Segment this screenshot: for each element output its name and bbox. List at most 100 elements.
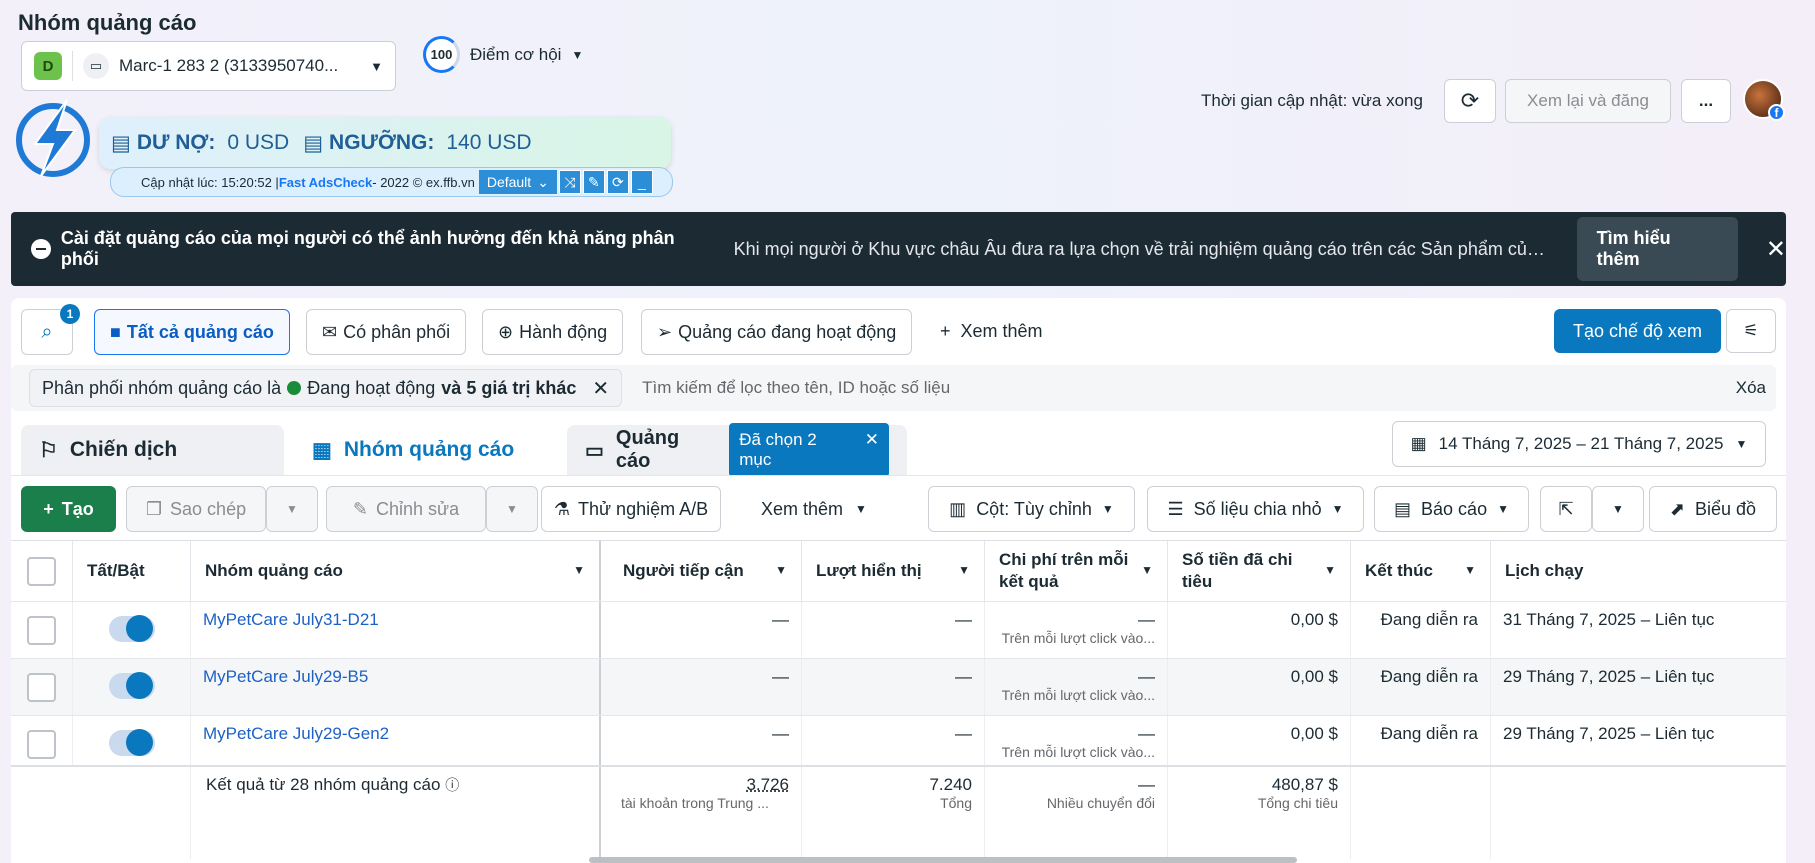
cpr-cell: — Trên mỗi lượt click vào... <box>985 716 1168 765</box>
summary-impressions: 7.240 Tổng <box>802 767 985 859</box>
breakdown-button[interactable]: ☰ Số liệu chia nhỏ ▼ <box>1147 486 1364 532</box>
ab-test-button[interactable]: ⚗ Thử nghiệm A/B <box>541 486 721 532</box>
select-all-checkbox[interactable] <box>27 556 56 586</box>
status-toggle[interactable] <box>108 729 155 756</box>
filter-active-ads[interactable]: ➢ Quảng cáo đang hoạt động <box>641 309 913 355</box>
filter-actions[interactable]: ⊕ Hành động <box>482 309 624 355</box>
selected-badge[interactable]: Đã chọn 2 mục ✕ <box>729 423 889 477</box>
header-label: Số tiền đã chi tiêu <box>1182 549 1293 591</box>
tab-adsets[interactable]: ▦ Nhóm quảng cáo <box>294 425 557 475</box>
edit-dropdown[interactable]: ▼ <box>486 486 538 532</box>
see-more-filters[interactable]: + Xem thêm <box>940 321 1043 342</box>
table-row[interactable]: MyPetCare July29-Gen2 — — — Trên mỗi lượt… <box>11 715 1786 765</box>
table-row[interactable]: MyPetCare July29-B5 — — — Trên mỗi lượt c… <box>11 658 1786 716</box>
columns-button[interactable]: ▥ Cột: Tùy chỉnh ▼ <box>928 486 1135 532</box>
update-time: Thời gian cập nhật: vừa xong <box>1201 91 1423 110</box>
horizontal-scrollbar[interactable] <box>589 857 1297 863</box>
filter-delivering[interactable]: ✉ Có phân phối <box>306 309 467 355</box>
date-range-picker[interactable]: ▦ 14 Tháng 7, 2025 – 21 Tháng 7, 2025 ▼ <box>1392 421 1766 467</box>
refresh-button[interactable]: ⟳ <box>1444 79 1496 123</box>
reach-cell: — <box>609 602 802 659</box>
breakdown-label: Số liệu chia nhỏ <box>1193 498 1322 519</box>
sort-icon: ▼ <box>1464 563 1476 578</box>
more-options-button[interactable]: ... <box>1681 79 1731 123</box>
table-row[interactable]: MyPetCare July31-D21 — — — Trên mỗi lượt … <box>11 601 1786 659</box>
search-button[interactable]: ⌕ 1 <box>21 304 80 355</box>
sort-icon: ▼ <box>1324 563 1336 578</box>
adset-name-link[interactable]: MyPetCare July29-B5 <box>191 659 601 716</box>
filter-all-ads[interactable]: ■ Tất cả quảng cáo <box>94 309 290 355</box>
schedule-header[interactable]: Lịch chạy <box>1491 541 1786 601</box>
ends-header[interactable]: Kết thúc ▼ <box>1351 541 1491 601</box>
breakdown-icon: ☰ <box>1167 498 1184 519</box>
duplicate-dropdown[interactable]: ▼ <box>266 486 318 532</box>
close-icon[interactable]: ✕ <box>865 430 879 470</box>
refresh-icon[interactable]: ⟳ <box>606 170 629 194</box>
edit-label: Chỉnh sửa <box>376 498 460 519</box>
ab-test-label: Thử nghiệm A/B <box>578 498 709 519</box>
create-label: Tạo <box>61 498 94 519</box>
score-ring: 100 <box>423 36 460 73</box>
header-label: Kết thúc <box>1365 560 1433 580</box>
row-checkbox[interactable] <box>27 616 56 645</box>
summary-cpr-sub: Nhiều chuyển đổi <box>1046 795 1155 811</box>
header-label: Lượt hiển thị <box>816 560 922 580</box>
close-icon[interactable]: ✕ <box>592 376 609 401</box>
page-title: Nhóm quảng cáo <box>18 10 197 35</box>
tab-ads[interactable]: ▭ Quảng cáo Đã chọn 2 mục ✕ <box>567 423 907 477</box>
flask-icon: ⚗ <box>553 498 570 519</box>
name-header[interactable]: Nhóm quảng cáo ▼ <box>191 541 601 601</box>
status-toggle[interactable] <box>108 672 155 699</box>
edit-icon[interactable]: ✎ <box>582 170 605 194</box>
info-icon[interactable]: ⓘ <box>445 777 459 793</box>
chip-value: Đang hoạt động <box>307 377 436 398</box>
learn-more-button[interactable]: Tìm hiểu thêm <box>1576 217 1738 281</box>
chevron-down-icon: ▼ <box>855 502 867 516</box>
row-checkbox[interactable] <box>27 730 56 759</box>
lightning-logo-icon <box>16 99 90 177</box>
cpr-header[interactable]: Chi phí trên mỗi kết quả ▼ <box>985 541 1168 601</box>
adset-name-link[interactable]: MyPetCare July29-Gen2 <box>191 716 601 765</box>
schedule-cell: 31 Tháng 7, 2025 – Liên tục <box>1503 610 1715 629</box>
profile-select[interactable]: Default ⌄ <box>478 170 557 194</box>
clear-button[interactable]: Xóa <box>1736 378 1766 398</box>
notice-banner: Cài đặt quảng cáo của mọi người có thể ả… <box>11 212 1786 286</box>
spent-header[interactable]: Số tiền đã chi tiêu ▼ <box>1168 541 1351 601</box>
filter-chip[interactable]: Phân phối nhóm quảng cáo là Đang hoạt độ… <box>29 369 623 407</box>
charts-button[interactable]: ⬈ Biểu đồ <box>1649 486 1777 532</box>
row-checkbox[interactable] <box>27 673 56 702</box>
filter-count-badge: 1 <box>60 304 80 324</box>
settings-sliders-button[interactable]: ⚟ <box>1726 309 1776 353</box>
status-toggle[interactable] <box>108 615 155 642</box>
see-more-actions[interactable]: Xem thêm ▼ <box>761 486 867 532</box>
export-button[interactable]: ⇱ <box>1540 486 1592 532</box>
header-label: Nhóm quảng cáo <box>205 560 343 580</box>
shuffle-icon[interactable]: ⤨ <box>558 170 581 194</box>
minimize-icon[interactable]: _ <box>630 170 653 194</box>
close-icon[interactable]: ✕ <box>1766 235 1786 264</box>
account-badge: D <box>34 52 62 80</box>
reports-button[interactable]: ▤ Báo cáo ▼ <box>1374 486 1529 532</box>
tab-label: Quảng cáo <box>615 427 680 472</box>
reports-label: Báo cáo <box>1421 498 1488 519</box>
edit-button[interactable]: ✎ Chỉnh sửa <box>326 486 486 532</box>
review-publish-button[interactable]: Xem lại và đăng <box>1505 79 1671 123</box>
columns-icon: ▥ <box>949 498 967 519</box>
opportunity-score[interactable]: 100 Điểm cơ hội ▼ <box>423 36 583 73</box>
adset-name-link[interactable]: MyPetCare July31-D21 <box>191 602 601 659</box>
avatar[interactable]: f <box>1743 79 1785 121</box>
create-button[interactable]: + Tạo <box>21 486 116 532</box>
export-dropdown[interactable]: ▼ <box>1592 486 1644 532</box>
send-icon: ➢ <box>657 321 673 342</box>
create-view-button[interactable]: Tạo chế độ xem <box>1554 309 1721 353</box>
tab-campaigns[interactable]: ⚐ Chiến dịch <box>21 425 284 475</box>
account-selector[interactable]: D ▭ Marc-1 283 2 (3133950740... ▼ <box>21 41 396 91</box>
chevron-down-icon: ▼ <box>1101 502 1114 516</box>
impressions-header[interactable]: Lượt hiển thị ▼ <box>802 541 985 601</box>
chevron-down-icon: ▼ <box>506 502 518 516</box>
summary-spent-value: 480,87 $ <box>1271 775 1338 794</box>
reach-header[interactable]: Người tiếp cận ▼ <box>609 541 802 601</box>
duplicate-button[interactable]: ❐ Sao chép <box>126 486 266 532</box>
duplicate-label: Sao chép <box>170 498 247 519</box>
filter-search-input[interactable]: Tìm kiếm để lọc theo tên, ID hoặc số liệ… <box>642 378 950 398</box>
